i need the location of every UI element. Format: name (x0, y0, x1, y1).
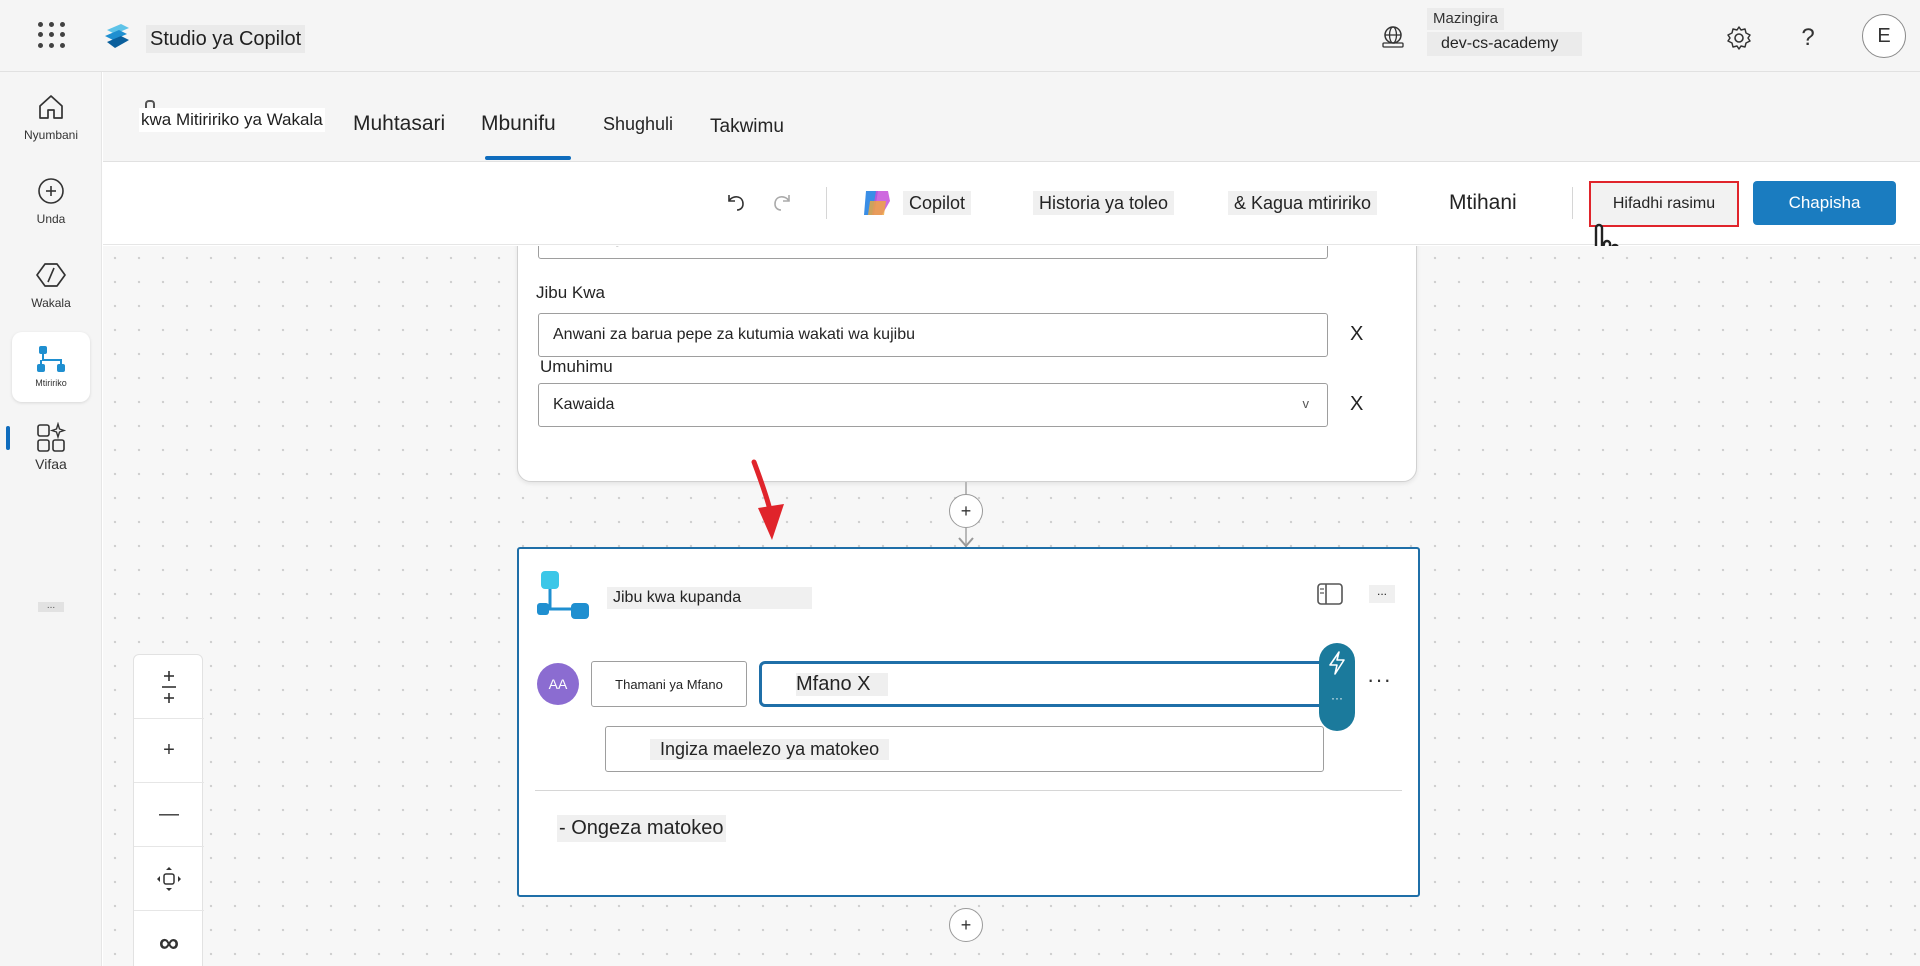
importance-value: Kawaida (553, 396, 615, 413)
side-panel-icon[interactable] (1317, 583, 1343, 605)
create-icon (38, 178, 64, 204)
add-step-button[interactable]: + (949, 494, 983, 528)
reply-to-field[interactable]: Anwani za barua pepe za kutumia wakati w… (538, 313, 1328, 357)
help-button[interactable]: ? (1790, 20, 1826, 56)
dynamic-content-button[interactable]: ··· (1319, 643, 1355, 731)
node-title: Jibu kwa kupanda (607, 587, 812, 609)
nav-label-agents: Wakala (31, 296, 71, 310)
nav-active-indicator (6, 426, 10, 450)
fit-to-view-icon[interactable] (134, 847, 204, 911)
undo-icon[interactable] (718, 185, 752, 219)
add-step-button-bottom[interactable]: + (949, 908, 983, 942)
tab-designer[interactable]: Mbunifu (481, 110, 556, 138)
minimap-toggle-icon[interactable] (134, 655, 204, 719)
designer-toolbar: Copilot Historia ya toleo & Kagua mtirir… (103, 163, 1920, 245)
home-icon (39, 95, 63, 119)
email-options-card: Sensitivity Jibu Kwa Anwani za barua pep… (517, 246, 1417, 482)
red-annotation-arrow (751, 459, 784, 540)
toolbar-divider (1572, 187, 1573, 219)
flow-checker-button[interactable]: & Kagua mtiririko (1228, 191, 1378, 215)
app-title[interactable]: Studio ya Copilot (146, 25, 306, 53)
tools-icon (37, 422, 67, 452)
top-header: Studio ya Copilot Mazingira dev-cs-acade… (0, 0, 1920, 72)
nav-item-create[interactable]: Unda (12, 170, 90, 240)
nav-label-create: Unda (36, 212, 66, 226)
version-history-button[interactable]: Historia ya toleo (1033, 191, 1175, 215)
nav-item-flows[interactable]: Mtiririko (12, 332, 90, 402)
zoom-controls: + — ∞ (133, 654, 204, 966)
nav-item-agents[interactable]: Wakala (12, 254, 90, 324)
flow-canvas[interactable]: Sensitivity Jibu Kwa Anwani za barua pep… (103, 246, 1920, 966)
tab-overview[interactable]: Muhtasari (353, 110, 445, 138)
environment-label: Mazingira (1427, 8, 1505, 30)
nav-label-home: Nyumbani (23, 128, 79, 142)
nav-item-tools[interactable]: Vifaa (12, 418, 90, 488)
copilot-studio-logo (105, 24, 129, 48)
page-tabs-bar: kwa Mitiririko ya Wakala Muhtasari Mbuni… (103, 72, 1920, 162)
output-description-placeholder: Ingiza maelezo ya matokeo (650, 738, 890, 760)
row-more-button[interactable]: ··· (1367, 667, 1392, 693)
app-launcher-icon[interactable] (36, 20, 66, 50)
importance-label: Umuhimu (540, 357, 613, 376)
clear-importance-button[interactable]: X (1350, 393, 1363, 416)
card-divider (535, 790, 1402, 791)
test-button[interactable]: Mtihani (1443, 191, 1523, 215)
sensitivity-field[interactable]: Sensitivity (538, 246, 1328, 259)
output-value-text: Mfano X (796, 672, 889, 696)
importance-dropdown[interactable]: Kawaida v (538, 383, 1328, 427)
nav-label-tools: Vifaa (35, 456, 67, 472)
reply-to-label: Jibu Kwa (536, 283, 605, 302)
nav-more-button[interactable]: ... (38, 601, 64, 612)
output-name-field[interactable]: Thamani ya Mfano (591, 661, 747, 707)
flow-node-icon (537, 571, 589, 619)
copilot-icon (864, 191, 890, 215)
expression-dots: ··· (1331, 691, 1343, 705)
zoom-in-button[interactable]: + (134, 719, 204, 783)
respond-to-trigger-card[interactable]: Jibu kwa kupanda ... AA Thamani ya Mfano… (517, 547, 1420, 897)
settings-icon[interactable] (1721, 20, 1757, 56)
environment-icon[interactable] (1380, 24, 1406, 50)
redo-icon[interactable] (766, 185, 800, 219)
left-navigation: Nyumbani Unda Wakala Mtiririko Vifaa ... (0, 72, 102, 966)
chevron-down-icon: v (1302, 396, 1310, 411)
tab-analytics[interactable]: Takwimu (710, 114, 784, 140)
save-draft-button[interactable]: Hifadhi rasimu (1589, 181, 1739, 227)
infinite-canvas-button[interactable]: ∞ (134, 911, 204, 966)
toolbar-divider (826, 187, 827, 219)
environment-selector[interactable]: dev-cs-academy (1427, 32, 1582, 56)
active-tab-indicator (485, 156, 571, 160)
tab-activity[interactable]: Shughuli (603, 112, 673, 137)
lightning-icon (1329, 651, 1345, 675)
publish-button[interactable]: Chapisha (1753, 181, 1896, 225)
output-type-avatar: AA (537, 663, 579, 705)
output-description-input[interactable]: Ingiza maelezo ya matokeo (605, 726, 1324, 772)
nav-label-flows: Mtiririko (35, 378, 67, 388)
add-output-button[interactable]: - Ongeza matokeo (557, 815, 726, 842)
zoom-out-button[interactable]: — (134, 783, 204, 847)
flows-icon (37, 346, 65, 372)
nav-item-home[interactable]: Nyumbani (12, 86, 90, 156)
output-value-input[interactable]: Mfano X (759, 661, 1325, 707)
agents-icon (36, 263, 66, 287)
user-avatar[interactable]: E (1862, 14, 1906, 58)
clear-reply-to-button[interactable]: X (1350, 323, 1363, 346)
breadcrumb[interactable]: kwa Mitiririko ya Wakala (139, 108, 325, 132)
copilot-button[interactable]: Copilot (903, 191, 972, 215)
card-more-button[interactable]: ... (1369, 585, 1395, 603)
